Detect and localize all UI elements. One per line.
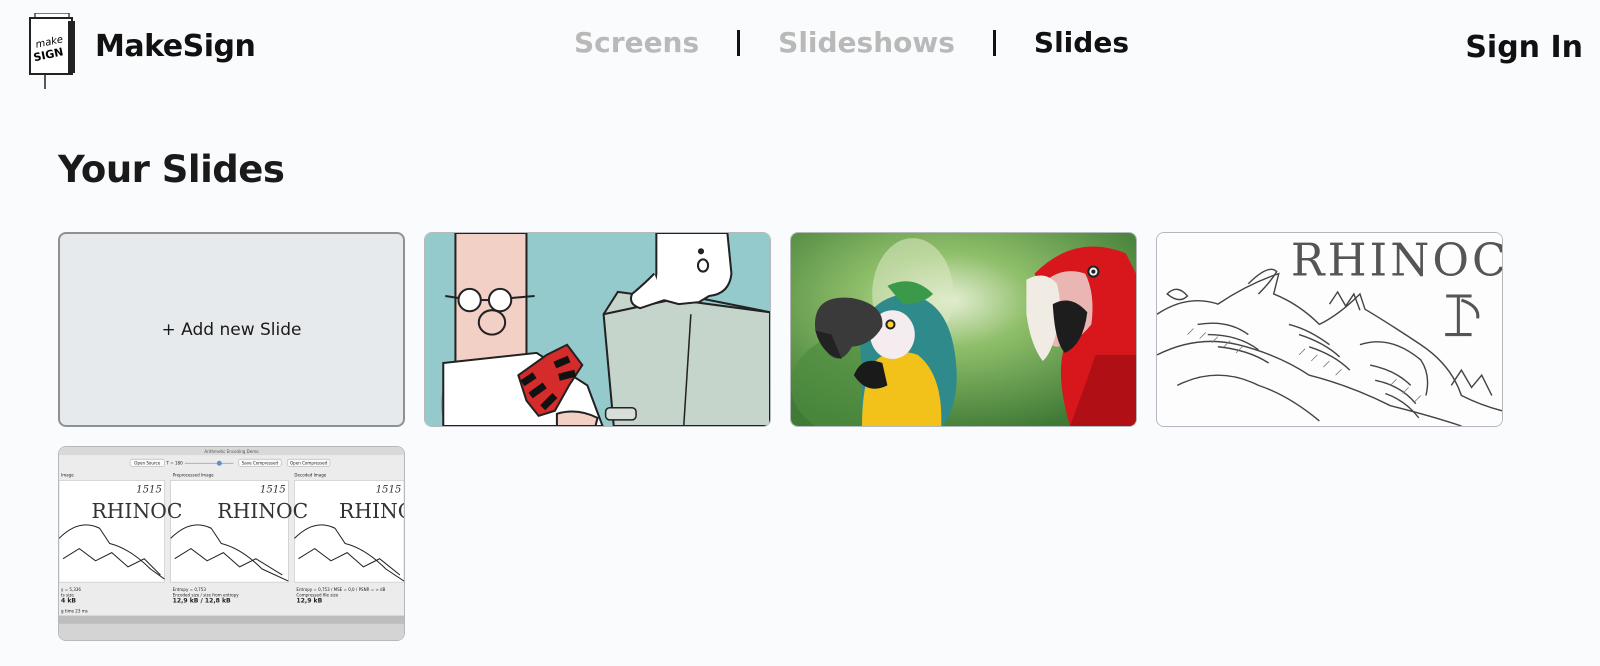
app-screenshot-image: Arithmetic Encoding Demo Open Source T =…	[59, 447, 404, 640]
screenshot-footer-note: g time 23 ms	[61, 609, 88, 614]
sign-in-link[interactable]: Sign In	[1465, 30, 1583, 65]
cartoon-image	[425, 233, 770, 426]
makesign-logo-icon: make SIGN	[29, 13, 75, 89]
nav-divider	[737, 29, 741, 56]
nav-slideshows[interactable]: Slideshows	[778, 26, 955, 59]
screenshot-year-1: 1515	[136, 485, 162, 496]
add-slide-label: + Add new Slide	[161, 319, 302, 340]
screenshot-year-2: 1515	[260, 485, 286, 496]
add-slide-button[interactable]: + Add new Slide	[58, 232, 405, 427]
logo-link[interactable]: make SIGN MakeSign	[26, 13, 256, 91]
page-title: Your Slides	[58, 148, 285, 191]
screenshot-year-3: 1515	[376, 485, 402, 496]
slide-thumbnail-engraving[interactable]: RHINOC	[1156, 232, 1503, 427]
screenshot-btn-save: Save Compressed	[242, 460, 279, 465]
slides-grid: + Add new Slide RHINOC Arithmetic Encodi…	[58, 232, 1503, 641]
parrots-photo-image	[791, 233, 1136, 426]
screenshot-stat-3c: 12,9 kB	[296, 597, 322, 604]
screenshot-threshold: T = 180	[166, 460, 184, 465]
nav-divider	[992, 29, 996, 56]
nav-slides[interactable]: Slides	[1034, 26, 1129, 59]
rhino-engraving-image: RHINOC	[1157, 233, 1502, 426]
screenshot-panel-title-3: Decoded Image	[294, 472, 326, 477]
brand-name: MakeSign	[95, 28, 256, 64]
slide-thumbnail-app-screenshot[interactable]: Arithmetic Encoding Demo Open Source T =…	[58, 446, 405, 641]
screenshot-engraving-3: RHINOC	[339, 499, 404, 523]
screenshot-panel-title-1: Image	[61, 472, 74, 477]
screenshot-stat-1c: 4 kB	[61, 597, 76, 604]
screenshot-panel-title-2: Preprocessed Image	[173, 472, 214, 477]
slide-thumbnail-cartoon[interactable]	[424, 232, 771, 427]
engraving-caption: RHINOC	[1291, 235, 1502, 287]
screenshot-window-title: Arithmetic Encoding Demo	[204, 449, 259, 454]
screenshot-btn-open-compressed: Open Compressed	[290, 460, 328, 465]
screenshot-stat-2c: 12,9 kB / 12,8 kB	[173, 597, 231, 604]
screenshot-engraving-2: RHINOC	[217, 499, 308, 523]
nav-screens[interactable]: Screens	[574, 26, 699, 59]
screenshot-btn-open-source: Open Source	[134, 460, 160, 465]
slide-thumbnail-parrots[interactable]	[790, 232, 1137, 427]
main-nav: Screens Slideshows Slides	[574, 26, 1129, 59]
screenshot-engraving-1: RHINOC	[91, 499, 182, 523]
